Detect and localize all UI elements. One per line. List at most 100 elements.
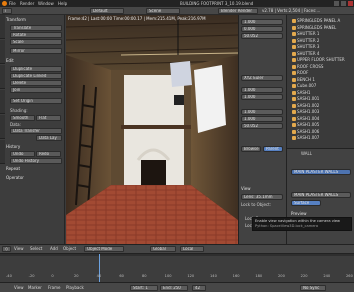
scale-button[interactable]: Scale bbox=[10, 39, 62, 45]
outliner-row-label: SHUTTER 3 bbox=[297, 44, 320, 49]
marker-menu[interactable]: Marker bbox=[28, 285, 42, 290]
outliner-row[interactable]: BENCH 1 bbox=[292, 77, 315, 83]
layout-selector[interactable]: Default bbox=[90, 8, 124, 14]
object-mesh-icon bbox=[292, 51, 296, 56]
duplicate-button[interactable]: Duplicate bbox=[10, 66, 62, 72]
redo-button[interactable]: Redo bbox=[36, 151, 61, 157]
history-header[interactable]: History bbox=[6, 144, 63, 150]
close-icon[interactable] bbox=[348, 1, 353, 6]
outliner-row[interactable]: ROOF CROSS bbox=[292, 64, 323, 70]
timeline-tick-label: -40 bbox=[6, 274, 12, 278]
editor-type-3d-button[interactable]: ◇ bbox=[2, 246, 11, 252]
material-name-field[interactable]: MAIN PLASTER WALLS bbox=[291, 192, 351, 198]
delete-button[interactable]: Delete bbox=[10, 80, 62, 86]
toolshelf: Transform Translate Rotate Scale Mirror … bbox=[0, 15, 65, 244]
menu-help[interactable]: Help bbox=[58, 1, 67, 6]
tab-animation[interactable] bbox=[0, 90, 5, 114]
scale-y-field[interactable]: 1.000 bbox=[241, 94, 283, 100]
outliner-row-label: BENCH 1 bbox=[297, 76, 315, 82]
location-z-field[interactable]: 50.052 bbox=[241, 33, 283, 39]
outliner-row[interactable]: SHUTTER 2 bbox=[292, 38, 319, 44]
playback-menu[interactable]: Playback bbox=[66, 285, 84, 290]
data-transfer-button[interactable]: Data Transfer bbox=[10, 128, 62, 134]
outliner-row[interactable]: SPRINGLEDS PANEL A bbox=[292, 18, 340, 24]
data-layout-button[interactable]: Data Lay bbox=[36, 135, 62, 141]
frame-menu[interactable]: Frame bbox=[48, 285, 60, 290]
duplicate-linked-button[interactable]: Duplicate Linked bbox=[10, 73, 62, 79]
tab-create[interactable] bbox=[0, 40, 5, 64]
transform-header[interactable]: Transform bbox=[6, 17, 63, 23]
editor-type-button[interactable]: i bbox=[2, 8, 12, 14]
timeline-tick-label: -20 bbox=[28, 274, 35, 278]
dimension-z-field[interactable]: 50.052 bbox=[241, 123, 283, 129]
operator-header[interactable]: Operator bbox=[6, 175, 63, 181]
lens-field[interactable]: Lens: 35.1mm bbox=[241, 194, 283, 200]
outliner-row[interactable]: SHUTTER 1 bbox=[292, 31, 319, 37]
dimension-x-field[interactable]: 1.000 bbox=[241, 109, 283, 115]
outliner-row[interactable]: SASH1.003 bbox=[292, 109, 319, 115]
undo-button[interactable]: Undo bbox=[10, 151, 35, 157]
menu-render[interactable]: Render bbox=[20, 1, 34, 6]
repeat-header[interactable]: Repeat bbox=[6, 166, 63, 172]
outliner-row[interactable]: SPRINGLEDS PANEL bbox=[292, 25, 336, 31]
select-menu[interactable]: Select bbox=[30, 246, 42, 251]
lock-to-object-label: Lock to Object: bbox=[241, 202, 272, 207]
tab-grease-pencil[interactable] bbox=[0, 140, 5, 164]
outliner-row[interactable]: SASH1.005 bbox=[292, 122, 319, 128]
outliner-row[interactable]: UPPER FLOOR SHUTTER bbox=[292, 57, 345, 63]
outliner-row[interactable]: ROOF bbox=[292, 70, 308, 76]
rotation-mode-select[interactable]: XYZ Euler bbox=[241, 75, 283, 81]
current-frame-line[interactable] bbox=[99, 254, 100, 283]
outliner-row-label: SASH1.004 bbox=[297, 115, 320, 121]
mode-selector[interactable]: Object Mode bbox=[84, 246, 124, 252]
menu-file[interactable]: File bbox=[9, 1, 16, 6]
undo-history-button[interactable]: Undo History bbox=[10, 158, 62, 164]
dimension-y-field[interactable]: 1.000 bbox=[241, 116, 283, 122]
render-engine-selector[interactable]: Blender Render bbox=[218, 8, 258, 14]
outliner-row[interactable]: SHUTTER 3 bbox=[292, 44, 319, 50]
outliner-row[interactable]: SASH1.007 bbox=[292, 135, 319, 141]
join-button[interactable]: Join bbox=[10, 87, 62, 93]
layer-selector[interactable]: Local bbox=[180, 246, 204, 252]
menu-window[interactable]: Window bbox=[38, 1, 54, 6]
end-frame-field[interactable]: End: 250 bbox=[160, 285, 188, 291]
object-mesh-icon bbox=[292, 110, 296, 114]
outliner-row[interactable]: SHUTTER 4 bbox=[292, 51, 319, 57]
tab-physics[interactable] bbox=[0, 115, 5, 139]
browse-button[interactable]: Browse bbox=[241, 146, 261, 152]
scale-x-field[interactable]: 1.000 bbox=[241, 87, 283, 93]
maximize-icon[interactable] bbox=[341, 1, 346, 6]
surface-tab[interactable]: Surface bbox=[291, 200, 321, 206]
3d-viewport[interactable]: Frame:42 | Last:00:00 Time:00:00.17 | Me… bbox=[66, 15, 238, 244]
edit-header[interactable]: Edit bbox=[6, 58, 63, 64]
outliner-row[interactable]: SASH1.006 bbox=[292, 129, 319, 135]
sync-mode-selector[interactable]: No Sync bbox=[300, 285, 326, 291]
location-x-field[interactable]: 1.000 bbox=[241, 19, 283, 25]
minimize-icon[interactable] bbox=[334, 1, 339, 6]
outliner-row[interactable]: Cube.007 bbox=[292, 83, 316, 89]
current-frame-field[interactable]: 42 bbox=[192, 285, 206, 291]
location-y-field[interactable]: 0.000 bbox=[241, 26, 283, 32]
smooth-button[interactable]: Smooth bbox=[10, 115, 35, 121]
rotate-button[interactable]: Rotate bbox=[10, 32, 62, 38]
outliner-row[interactable]: SASH1.004 bbox=[292, 116, 319, 122]
translate-button[interactable]: Translate bbox=[10, 25, 62, 31]
view-menu[interactable]: View bbox=[14, 246, 24, 251]
outliner-row[interactable]: SASH1.002 bbox=[292, 103, 319, 109]
flat-button[interactable]: Flat bbox=[36, 115, 61, 121]
start-frame-field[interactable]: Start: 1 bbox=[130, 285, 158, 291]
mirror-button[interactable]: Mirror bbox=[10, 48, 62, 54]
object-menu[interactable]: Object bbox=[63, 246, 76, 251]
parent-button[interactable]: Parent bbox=[263, 146, 283, 152]
timeline[interactable]: -40 -20 0 20 40 60 80 100 120 140 160 180 200 220 240 2… bbox=[0, 253, 354, 283]
tab-tools[interactable] bbox=[0, 15, 5, 39]
outliner-row[interactable]: SASH1.001 bbox=[292, 96, 319, 102]
tab-relations[interactable] bbox=[0, 65, 5, 89]
add-menu[interactable]: Add bbox=[50, 246, 58, 251]
timeline-view-menu[interactable]: View bbox=[14, 285, 24, 290]
set-origin-button[interactable]: Set Origin bbox=[10, 98, 62, 104]
pivot-selector[interactable]: Global bbox=[150, 246, 176, 252]
outliner-row[interactable]: SASH1 bbox=[292, 90, 310, 96]
scene-selector[interactable]: Scene bbox=[146, 8, 180, 14]
material-slot-item[interactable]: MAIN PLASTER WALLS bbox=[291, 169, 351, 175]
